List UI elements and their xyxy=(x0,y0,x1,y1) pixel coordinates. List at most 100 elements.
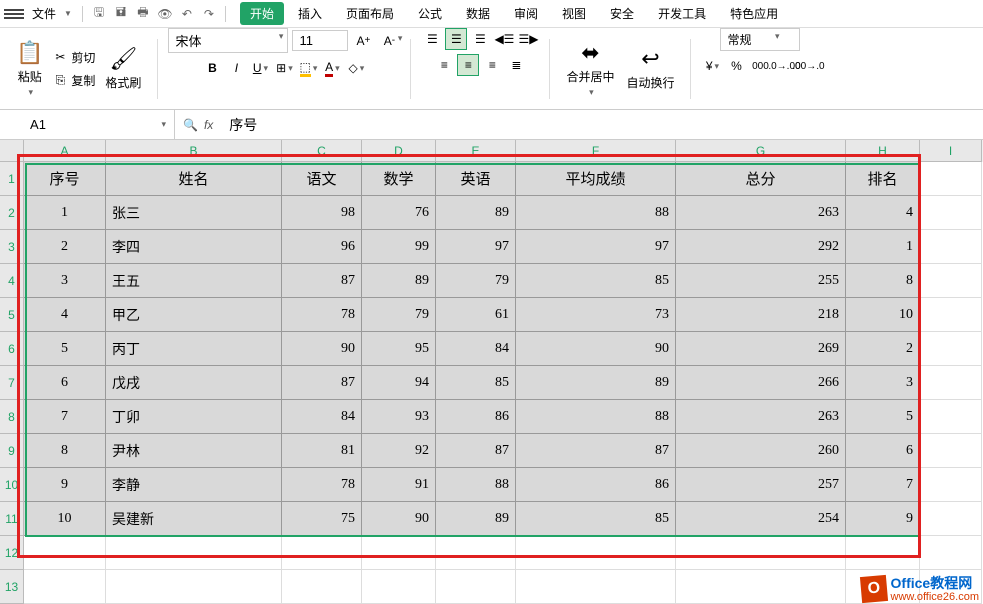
tab-formula[interactable]: 公式 xyxy=(408,2,452,25)
cell[interactable]: 李四 xyxy=(106,230,282,264)
borders-button[interactable]: ⊞▾ xyxy=(273,57,295,79)
align-left-button[interactable]: ≡ xyxy=(433,54,455,76)
cell[interactable]: 1 xyxy=(846,230,920,264)
cell[interactable]: 2 xyxy=(846,332,920,366)
cell[interactable]: 266 xyxy=(676,366,846,400)
cell[interactable]: 7 xyxy=(24,400,106,434)
cell[interactable]: 5 xyxy=(846,400,920,434)
cell[interactable] xyxy=(676,536,846,570)
cell[interactable]: 甲乙 xyxy=(106,298,282,332)
fill-color-button[interactable]: ⬚▾ xyxy=(297,57,319,79)
cell[interactable] xyxy=(106,570,282,604)
justify-button[interactable]: ≣ xyxy=(505,54,527,76)
paste-button[interactable]: 📋 粘贴▾ xyxy=(10,36,49,102)
cell[interactable]: 7 xyxy=(846,468,920,502)
cell[interactable]: 92 xyxy=(362,434,436,468)
cell[interactable]: 90 xyxy=(516,332,676,366)
column-header[interactable]: B xyxy=(106,140,282,162)
cell[interactable]: 88 xyxy=(436,468,516,502)
cell[interactable]: 数学 xyxy=(362,162,436,196)
cell[interactable]: 戊戌 xyxy=(106,366,282,400)
decrease-decimal-button[interactable]: .00→.0 xyxy=(797,55,819,77)
cell[interactable]: 8 xyxy=(846,264,920,298)
chevron-down-icon[interactable]: ▼ xyxy=(64,9,72,18)
cell[interactable]: 2 xyxy=(24,230,106,264)
number-format-select[interactable]: 常规▾ xyxy=(720,28,800,51)
copy-button[interactable]: ⎘复制 xyxy=(49,70,99,91)
cell[interactable]: 8 xyxy=(24,434,106,468)
tab-layout[interactable]: 页面布局 xyxy=(336,2,404,25)
cell[interactable]: 97 xyxy=(516,230,676,264)
row-header[interactable]: 6 xyxy=(0,332,24,366)
cell[interactable]: 87 xyxy=(516,434,676,468)
cell[interactable]: 93 xyxy=(362,400,436,434)
tab-devtools[interactable]: 开发工具 xyxy=(648,2,716,25)
file-menu[interactable]: 文件 xyxy=(26,3,62,24)
row-header[interactable]: 3 xyxy=(0,230,24,264)
cell[interactable]: 73 xyxy=(516,298,676,332)
row-header[interactable]: 1 xyxy=(0,162,24,196)
indent-decrease-button[interactable]: ◀☰ xyxy=(493,28,515,50)
align-top-button[interactable]: ☰ xyxy=(421,28,443,50)
cell[interactable]: 姓名 xyxy=(106,162,282,196)
cell[interactable]: 85 xyxy=(516,264,676,298)
save-as-icon[interactable]: 🖬 xyxy=(111,4,131,24)
undo-icon[interactable]: ↶ xyxy=(177,4,197,24)
clear-format-button[interactable]: ◇▾ xyxy=(345,57,367,79)
cell[interactable]: 97 xyxy=(436,230,516,264)
cell[interactable] xyxy=(516,570,676,604)
cell[interactable]: 序号 xyxy=(24,162,106,196)
cell[interactable]: 吴建新 xyxy=(106,502,282,536)
formula-input[interactable]: 序号 xyxy=(221,115,983,135)
cell[interactable]: 78 xyxy=(282,298,362,332)
cell[interactable] xyxy=(282,536,362,570)
align-middle-button[interactable]: ☰ xyxy=(445,28,467,50)
currency-button[interactable]: ¥▾ xyxy=(701,55,723,77)
cell[interactable]: 94 xyxy=(362,366,436,400)
row-header[interactable]: 12 xyxy=(0,536,24,570)
cell[interactable] xyxy=(920,434,982,468)
cell[interactable] xyxy=(24,536,106,570)
cell[interactable]: 3 xyxy=(846,366,920,400)
cell[interactable] xyxy=(516,536,676,570)
tab-insert[interactable]: 插入 xyxy=(288,2,332,25)
underline-button[interactable]: U▾ xyxy=(249,57,271,79)
cell[interactable] xyxy=(106,536,282,570)
cell[interactable]: 263 xyxy=(676,400,846,434)
align-right-button[interactable]: ≡ xyxy=(481,54,503,76)
cell[interactable]: 丙丁 xyxy=(106,332,282,366)
column-header[interactable]: G xyxy=(676,140,846,162)
cell[interactable] xyxy=(920,536,982,570)
cell[interactable]: 89 xyxy=(362,264,436,298)
cell[interactable] xyxy=(920,264,982,298)
wrap-text-button[interactable]: ↩ 自动换行 xyxy=(620,42,680,95)
font-size-select[interactable]: 11▾ xyxy=(292,30,348,51)
indent-increase-button[interactable]: ☰▶ xyxy=(517,28,539,50)
italic-button[interactable]: I xyxy=(225,57,247,79)
align-center-button[interactable]: ≡ xyxy=(457,54,479,76)
cell[interactable] xyxy=(920,502,982,536)
row-header[interactable]: 7 xyxy=(0,366,24,400)
cell[interactable]: 76 xyxy=(362,196,436,230)
cell[interactable]: 84 xyxy=(282,400,362,434)
cell[interactable]: 英语 xyxy=(436,162,516,196)
cell[interactable]: 89 xyxy=(436,196,516,230)
cell[interactable]: 87 xyxy=(282,264,362,298)
cell-reference-input[interactable] xyxy=(8,117,68,132)
cell[interactable]: 269 xyxy=(676,332,846,366)
cell[interactable] xyxy=(920,196,982,230)
bold-button[interactable]: B xyxy=(201,57,223,79)
tab-start[interactable]: 开始 xyxy=(240,2,284,25)
cell[interactable]: 10 xyxy=(846,298,920,332)
tab-view[interactable]: 视图 xyxy=(552,2,596,25)
row-header[interactable]: 5 xyxy=(0,298,24,332)
cell[interactable] xyxy=(436,570,516,604)
column-header[interactable]: C xyxy=(282,140,362,162)
row-header[interactable]: 2 xyxy=(0,196,24,230)
cell[interactable]: 257 xyxy=(676,468,846,502)
cell[interactable]: 84 xyxy=(436,332,516,366)
cell[interactable]: 292 xyxy=(676,230,846,264)
cell[interactable]: 91 xyxy=(362,468,436,502)
fx-icon[interactable]: fx xyxy=(204,118,213,132)
cell[interactable]: 89 xyxy=(516,366,676,400)
